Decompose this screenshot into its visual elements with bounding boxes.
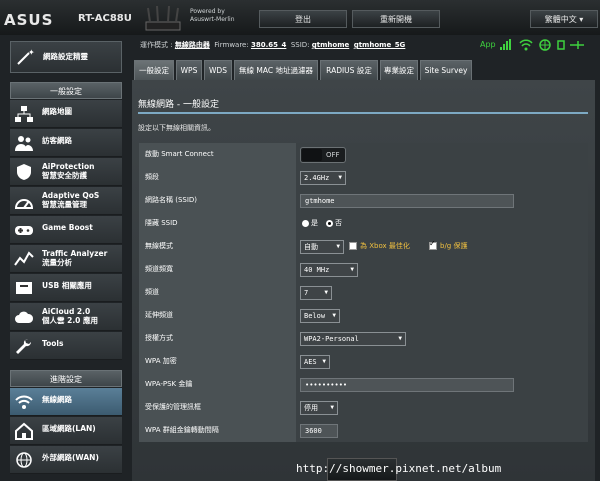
xbox-optimize-checkbox[interactable] — [349, 242, 357, 250]
sidebar-item-lan[interactable]: 區域網路(LAN) — [10, 417, 122, 445]
row-ssid: 網路名稱 (SSID) gtmhome — [139, 189, 588, 212]
row-group-key: WPA 群組金鑰轉動間隔 3600 — [139, 419, 588, 442]
powered-by: Powered by Asuswrt-Merlin — [190, 8, 235, 23]
row-channel: 頻道 7 ▼ — [139, 281, 588, 304]
router-icon — [145, 6, 181, 31]
page-description: 設定以下無線相關資訊。 — [138, 124, 215, 132]
sidebar-item-network-map[interactable]: 網路地圖 — [10, 100, 122, 128]
auth-method-select[interactable]: WPA2-Personal ▼ — [300, 332, 406, 346]
tab-radius[interactable]: RADIUS 設定 — [320, 60, 378, 80]
chevron-down-icon: ▼ — [324, 289, 328, 296]
row-pmf: 受保護的管理訊框 停用 ▼ — [139, 396, 588, 419]
chevron-down-icon: ▼ — [398, 335, 402, 342]
network-map-icon — [15, 106, 33, 122]
channel-select[interactable]: 7 ▼ — [300, 286, 332, 300]
bg-protection-checkbox[interactable] — [429, 239, 437, 250]
sidebar-item-wan[interactable]: 外部網路(WAN) — [10, 446, 122, 474]
status-indicator-icons — [500, 39, 584, 51]
wireless-icon — [15, 395, 33, 409]
game-icon — [15, 226, 33, 235]
advanced-section-header: 進階設定 — [10, 370, 122, 387]
row-auth: 授權方式 WPA2-Personal ▼ — [139, 327, 588, 350]
quick-setup-button[interactable]: ✦ 網路設定精靈 — [10, 41, 122, 73]
aiprotection-icon — [17, 164, 31, 180]
pmf-select[interactable]: 停用 ▼ — [300, 401, 338, 415]
tab-site-survey[interactable]: Site Survey — [420, 60, 472, 80]
row-wpa-psk: WPA-PSK 金鑰 •••••••••• — [139, 373, 588, 396]
usb-icon — [16, 282, 32, 294]
svg-text:✦: ✦ — [28, 48, 35, 57]
globe-icon — [16, 452, 32, 468]
chevron-down-icon: ▼ — [338, 174, 342, 181]
wireless-mode-select[interactable]: 自動 ▼ — [300, 240, 344, 254]
cloud-icon — [15, 311, 34, 323]
row-bandwidth: 頻道頻寬 40 MHz ▼ — [139, 258, 588, 281]
sidebar-item-tools[interactable]: Tools — [10, 332, 122, 360]
ssid-link-2[interactable]: gtmhome_5G — [354, 41, 406, 49]
hide-ssid-yes-radio[interactable] — [302, 220, 309, 227]
ssid-link-1[interactable]: gtmhome — [312, 41, 350, 49]
sidebar-item-aicloud[interactable]: AiCloud 2.0 個人雲 2.0 應用 — [10, 303, 122, 331]
language-select[interactable]: 繁體中文 ▾ — [530, 10, 598, 28]
tab-wds[interactable]: WDS — [204, 60, 232, 80]
status-line: 運作模式 : 無線路由器 Firmware: 380.65_4 SSID: gt… — [140, 41, 406, 49]
ext-channel-select[interactable]: Below ▼ — [300, 309, 340, 323]
smart-connect-toggle[interactable]: OFF — [300, 147, 346, 163]
tab-wps[interactable]: WPS — [176, 60, 202, 80]
sidebar-item-aiprotection[interactable]: AiProtection 智慧安全防護 — [10, 158, 122, 186]
sidebar-item-guest-network[interactable]: 訪客網路 — [10, 129, 122, 157]
chevron-down-icon: ▼ — [330, 404, 334, 411]
row-band: 頻段 2.4GHz ▼ — [139, 166, 588, 189]
model-name: RT-AC88U — [78, 13, 132, 24]
logout-button[interactable]: 登出 — [259, 10, 347, 28]
group-key-interval-input[interactable]: 3600 — [300, 424, 338, 438]
row-wireless-mode: 無線模式 自動▼ 為 Xbox 最佳化 b/g 保護 — [139, 235, 588, 258]
asus-logo: ASUS — [4, 11, 54, 29]
wpa-encryption-select[interactable]: AES ▼ — [300, 355, 330, 369]
watermark: http://showmer.pixnet.net/album — [296, 462, 502, 475]
qos-icon — [14, 199, 34, 209]
page-title: 無線網路 - 一般設定 — [138, 100, 219, 110]
app-link[interactable]: App — [480, 40, 496, 49]
title-divider — [138, 112, 588, 114]
general-section-header: 一般設定 — [10, 82, 122, 99]
tools-icon — [16, 338, 32, 354]
chevron-down-icon: ▼ — [350, 266, 354, 273]
chevron-down-icon: ▼ — [332, 312, 336, 319]
band-select[interactable]: 2.4GHz ▼ — [300, 171, 346, 185]
chevron-down-icon: ▼ — [336, 243, 340, 250]
opmode-link[interactable]: 無線路由器 — [175, 41, 210, 49]
home-icon — [15, 422, 33, 440]
sidebar-item-traffic-analyzer[interactable]: Traffic Analyzer 流量分析 — [10, 245, 122, 273]
sidebar-item-adaptive-qos[interactable]: Adaptive QoS 智慧流量管理 — [10, 187, 122, 215]
firmware-link[interactable]: 380.65_4 — [251, 41, 286, 49]
magic-wand-icon: ✦ — [17, 48, 35, 65]
row-ext-channel: 延伸頻道 Below ▼ — [139, 304, 588, 327]
status-icons: App — [478, 38, 598, 52]
row-hide-ssid: 隱藏 SSID 是 否 — [139, 212, 588, 235]
bandwidth-select[interactable]: 40 MHz ▼ — [300, 263, 358, 277]
traffic-icon — [14, 251, 34, 266]
chevron-down-icon: ▼ — [322, 358, 326, 365]
ssid-input[interactable]: gtmhome — [300, 194, 514, 208]
hide-ssid-no-radio[interactable] — [326, 220, 333, 227]
sidebar-item-wireless[interactable]: 無線網路 — [10, 388, 122, 416]
guest-network-icon — [15, 136, 33, 151]
reboot-button[interactable]: 重新開機 — [352, 10, 440, 28]
sidebar-item-usb[interactable]: USB 相關應用 — [10, 274, 122, 302]
tab-professional[interactable]: 專業設定 — [380, 60, 418, 80]
sidebar-item-game-boost[interactable]: Game Boost — [10, 216, 122, 244]
row-wpa-enc: WPA 加密 AES ▼ — [139, 350, 588, 373]
chevron-down-icon: ▾ — [579, 15, 584, 24]
wpa-psk-input[interactable]: •••••••••• — [300, 378, 514, 392]
tab-mac-filter[interactable]: 無線 MAC 地址過濾器 — [234, 60, 318, 80]
row-smart-connect: 啟動 Smart Connect OFF — [139, 143, 588, 166]
tab-general[interactable]: 一般設定 — [134, 60, 174, 80]
